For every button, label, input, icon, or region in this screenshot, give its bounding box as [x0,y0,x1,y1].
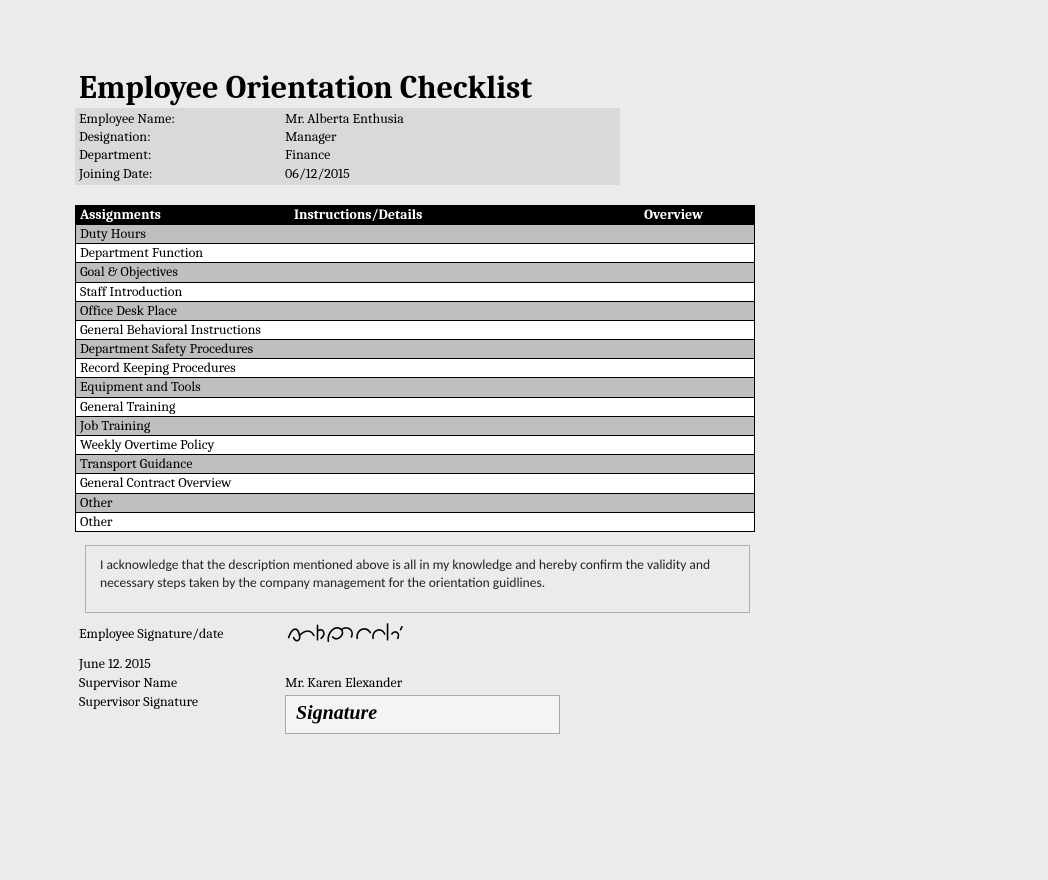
acknowledgment-box: I acknowledge that the description menti… [85,545,750,613]
info-row-name: Employee Name: Mr. Alberta Enthusia [75,110,620,128]
sig-value: Signature [285,693,755,734]
info-value: 06/12/2015 [285,165,620,183]
info-row-designation: Designation: Manager [75,128,620,146]
table-header-instructions: Instructions/Details [294,206,644,224]
table-row: Department Safety Procedures [76,339,754,358]
table-row: General Contract Overview [76,473,754,492]
info-row-department: Department: Finance [75,146,620,164]
handwritten-signature-icon [285,619,415,649]
table-row: Transport Guidance [76,454,754,473]
table-row: Department Function [76,243,754,262]
sig-value [285,655,755,674]
table-row: General Behavioral Instructions [76,320,754,339]
info-label: Joining Date: [75,165,285,183]
table-header-row: Assignments Instructions/Details Overvie… [76,206,754,224]
sig-label: Employee Signature/date [75,625,285,655]
table-row: Goal & Objectives [76,262,754,281]
info-label: Employee Name: [75,110,285,128]
table-header-overview: Overview [644,206,754,224]
table-row: Other [76,493,754,512]
sig-value: Mr. Karen Elexander [285,674,755,693]
checklist-table: Assignments Instructions/Details Overvie… [75,205,755,532]
info-value: Mr. Alberta Enthusia [285,110,620,128]
sig-row-employee: Employee Signature/date [75,625,755,655]
table-row: Duty Hours [76,224,754,243]
document-sheet: Employee Orientation Checklist Employee … [75,72,755,734]
page-title: Employee Orientation Checklist [79,72,755,104]
supervisor-signature-placeholder: Signature [285,695,560,734]
info-label: Designation: [75,128,285,146]
sig-row-date: June 12. 2015 [75,655,755,674]
employee-signature [285,625,755,655]
sig-date: June 12. 2015 [75,655,285,674]
sig-row-supervisor-name: Supervisor Name Mr. Karen Elexander [75,674,755,693]
sig-row-supervisor-signature: Supervisor Signature Signature [75,693,755,734]
info-label: Department: [75,146,285,164]
table-row: Record Keeping Procedures [76,358,754,377]
info-row-joining: Joining Date: 06/12/2015 [75,165,620,183]
signature-area: Employee Signature/date June 12. 2015 Su… [75,625,755,734]
table-header-assignments: Assignments [76,206,294,224]
info-value: Manager [285,128,620,146]
table-row: Job Training [76,416,754,435]
table-row: Office Desk Place [76,301,754,320]
info-value: Finance [285,146,620,164]
table-row: Other [76,512,754,531]
sig-label: Supervisor Signature [75,693,285,734]
table-row: Equipment and Tools [76,377,754,396]
table-row: Weekly Overtime Policy [76,435,754,454]
employee-info-block: Employee Name: Mr. Alberta Enthusia Desi… [75,108,620,185]
sig-label: Supervisor Name [75,674,285,693]
table-row: General Training [76,397,754,416]
table-row: Staff Introduction [76,282,754,301]
